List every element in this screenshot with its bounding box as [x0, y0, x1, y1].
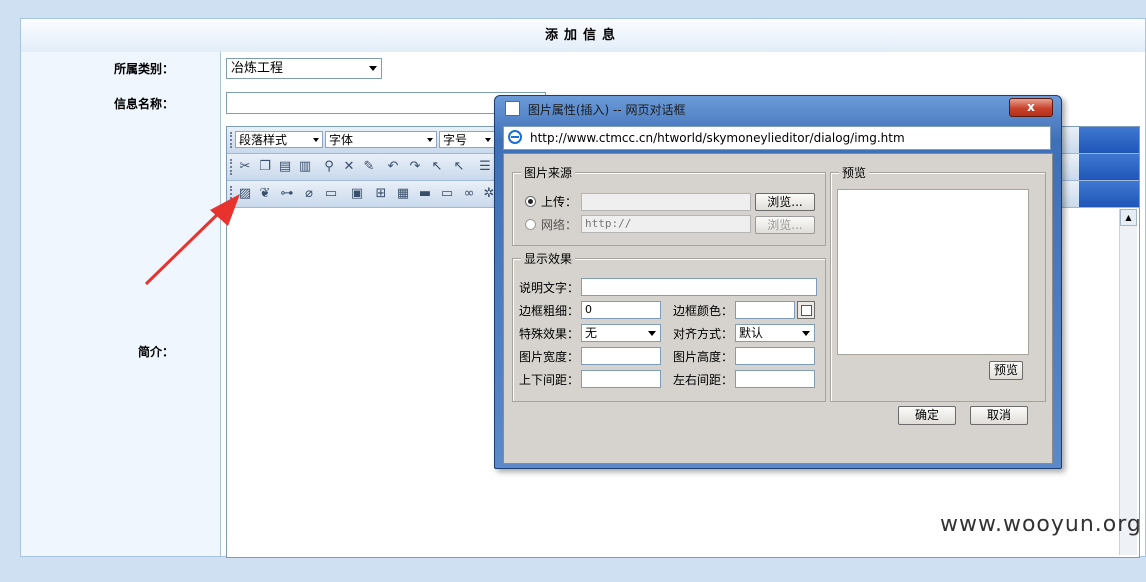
- list-icon[interactable]: ☰: [477, 159, 493, 175]
- dialog-title: 图片属性(插入) -- 网页对话框: [527, 103, 686, 117]
- select-icon[interactable]: ↖: [429, 159, 445, 175]
- hspace-input[interactable]: [735, 370, 815, 388]
- cut-icon[interactable]: ✂: [237, 159, 253, 175]
- border-color-input[interactable]: [735, 301, 795, 319]
- category-label: 所属类别：: [21, 52, 221, 86]
- attachment-icon[interactable]: ⌀: [301, 186, 317, 202]
- form-icon[interactable]: ▦: [395, 186, 411, 202]
- display-effect-group: 显示效果 说明文字： 边框粗细： 0 边框颜色： 特殊效果： 无 对齐方式： 默…: [512, 250, 826, 402]
- border-width-label: 边框粗细：: [519, 304, 580, 318]
- ie-browser-icon: [508, 130, 522, 144]
- dialog-body: 图片来源 上传： 浏览... 网络： http:// 浏览... 显示效果 说明…: [503, 153, 1053, 464]
- find-icon[interactable]: ⚲: [321, 159, 337, 175]
- redo-icon[interactable]: ↷: [407, 159, 423, 175]
- intro-label: 简介：: [21, 122, 221, 556]
- paragraph-style-select[interactable]: 段落样式: [235, 131, 323, 148]
- toolbar-bar-right: [1079, 127, 1139, 153]
- border-color-label: 边框颜色：: [673, 304, 734, 318]
- font-value: 字体: [329, 133, 354, 147]
- image-width-input[interactable]: [581, 347, 661, 365]
- preview-box: [837, 189, 1029, 355]
- effect-select[interactable]: 无: [581, 324, 661, 342]
- network-label: 网络：: [541, 218, 578, 232]
- paste-icon[interactable]: ▤: [277, 159, 293, 175]
- ok-button[interactable]: 确定: [898, 406, 956, 425]
- image-width-label: 图片宽度：: [519, 350, 580, 364]
- table-icon[interactable]: ⊞: [373, 186, 389, 202]
- network-radio[interactable]: [525, 219, 536, 230]
- dialog-title-bar: 图片属性(插入) -- 网页对话框: [505, 100, 685, 120]
- effect-value: 无: [585, 326, 598, 340]
- clean-format-icon[interactable]: ✎: [361, 159, 377, 175]
- network-url-input[interactable]: http://: [581, 215, 751, 233]
- image-height-input[interactable]: [735, 347, 815, 365]
- font-select[interactable]: 字体: [325, 131, 437, 148]
- chevron-down-icon: [802, 331, 810, 336]
- align-select[interactable]: 默认: [735, 324, 815, 342]
- chevron-down-icon: [485, 138, 491, 142]
- upload-file-input[interactable]: [581, 193, 751, 211]
- effect-label: 特殊效果：: [519, 327, 580, 341]
- preview-group: 预览 预览: [830, 164, 1046, 402]
- font-size-select[interactable]: 字号: [439, 131, 495, 148]
- name-label: 信息名称：: [21, 86, 221, 122]
- file-icon[interactable]: ▭: [323, 186, 339, 202]
- toolbar-grip: [230, 132, 234, 148]
- hspace-label: 左右间距：: [673, 373, 734, 387]
- top-band: [20, 0, 1146, 19]
- marquee-icon[interactable]: ▭: [439, 186, 455, 202]
- copy-icon[interactable]: ❐: [257, 159, 273, 175]
- chevron-down-icon: [427, 138, 433, 142]
- form-header: 添加信息: [20, 18, 1146, 53]
- alt-text-label: 说明文字：: [519, 281, 580, 295]
- display-effect-legend: 显示效果: [521, 250, 576, 267]
- vspace-label: 上下间距：: [519, 373, 580, 387]
- align-label: 对齐方式：: [673, 327, 734, 341]
- chevron-down-icon: [369, 66, 377, 71]
- cancel-button[interactable]: 取消: [970, 406, 1028, 425]
- vspace-input[interactable]: [581, 370, 661, 388]
- toolbar-bar-right: [1079, 154, 1139, 180]
- delete-icon[interactable]: ✕: [341, 159, 357, 175]
- flash-icon[interactable]: ❦: [257, 186, 273, 202]
- chevron-down-icon: [648, 331, 656, 336]
- editor-scrollbar[interactable]: ▲: [1119, 209, 1137, 555]
- horizontal-rule-icon[interactable]: ▬: [417, 186, 433, 202]
- color-picker-icon[interactable]: [797, 301, 815, 319]
- align-value: 默认: [739, 326, 764, 340]
- chevron-down-icon: [313, 138, 319, 142]
- image-properties-dialog: 图片属性(插入) -- 网页对话框 x http://www.ctmcc.cn/…: [494, 95, 1062, 469]
- category-row: 所属类别： 冶炼工程: [20, 52, 1146, 87]
- preview-button[interactable]: 预览: [989, 361, 1023, 380]
- browse-button[interactable]: 浏览...: [755, 193, 815, 211]
- category-select[interactable]: 冶炼工程: [226, 58, 382, 79]
- toolbar-grip: [230, 159, 234, 175]
- dialog-url-bar: http://www.ctmcc.cn/htworld/skymoneylied…: [503, 126, 1051, 150]
- alt-text-input[interactable]: [581, 278, 817, 296]
- paragraph-style-value: 段落样式: [239, 133, 288, 147]
- image-source-group: 图片来源 上传： 浏览... 网络： http:// 浏览...: [512, 164, 826, 246]
- category-select-value: 冶炼工程: [231, 61, 284, 76]
- media-icon[interactable]: ⊶: [279, 186, 295, 202]
- border-width-input[interactable]: 0: [581, 301, 661, 319]
- red-arrow-annotation: [144, 194, 240, 286]
- scroll-up-icon[interactable]: ▲: [1120, 209, 1137, 226]
- link-icon[interactable]: ∞: [461, 186, 477, 202]
- undo-icon[interactable]: ↶: [385, 159, 401, 175]
- absolute-position-icon[interactable]: ↖: [451, 159, 467, 175]
- upload-label: 上传：: [541, 195, 578, 209]
- font-size-value: 字号: [443, 133, 468, 147]
- toolbar-bar-right: [1079, 181, 1139, 207]
- dialog-page-icon: [505, 101, 520, 116]
- upload-radio[interactable]: [525, 196, 536, 207]
- preview-legend: 预览: [839, 164, 870, 181]
- image-height-label: 图片高度：: [673, 350, 734, 364]
- browse-disabled-button[interactable]: 浏览...: [755, 216, 815, 234]
- close-button[interactable]: x: [1009, 98, 1053, 117]
- image-source-legend: 图片来源: [521, 164, 576, 181]
- watermark: www.wooyun.org: [940, 512, 1142, 537]
- gallery-icon[interactable]: ▣: [349, 186, 365, 202]
- paste-text-icon[interactable]: ▥: [297, 159, 313, 175]
- dialog-url: http://www.ctmcc.cn/htworld/skymoneylied…: [530, 131, 905, 145]
